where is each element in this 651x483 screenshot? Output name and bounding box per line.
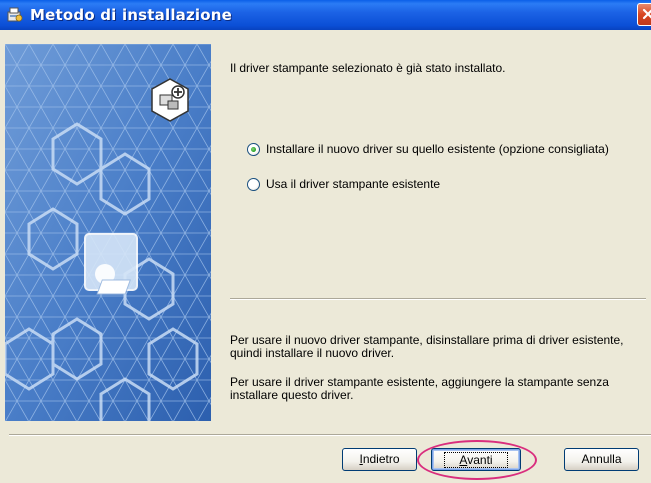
bottom-separator xyxy=(9,434,651,436)
focus-rect: Avanti xyxy=(444,452,508,468)
window-title: Metodo di installazione xyxy=(30,6,233,24)
info-line: quindi installare il nuovo driver. xyxy=(230,346,395,360)
status-message: Il driver stampante selezionato è già st… xyxy=(230,61,506,75)
radio-label[interactable]: Installare il nuovo driver su quello esi… xyxy=(266,142,609,156)
separator xyxy=(230,298,646,300)
radio-button-unchecked[interactable] xyxy=(247,177,260,191)
title-bar[interactable]: Metodo di installazione xyxy=(0,0,651,30)
button-label: Annulla xyxy=(581,452,622,466)
back-button[interactable]: Indietro xyxy=(342,448,417,471)
side-illustration xyxy=(5,44,211,421)
button-label: ndietro xyxy=(362,452,400,466)
close-button[interactable] xyxy=(637,3,651,26)
cancel-button[interactable]: Annulla xyxy=(564,448,639,471)
info-new-driver: Per usare il nuovo driver stampante, dis… xyxy=(230,334,646,360)
close-icon xyxy=(642,8,651,20)
installer-app-icon xyxy=(6,6,24,24)
info-line: installare questo driver. xyxy=(230,388,354,402)
radio-use-existing-driver[interactable]: Usa il driver stampante esistente xyxy=(247,176,440,192)
content-panel: Il driver stampante selezionato è già st… xyxy=(218,30,651,424)
radio-install-new-driver[interactable]: Installare il nuovo driver su quello esi… xyxy=(247,141,609,157)
radio-label[interactable]: Usa il driver stampante esistente xyxy=(266,177,440,191)
radio-button-checked[interactable] xyxy=(247,142,260,156)
button-label: vanti xyxy=(467,453,493,467)
next-button[interactable]: Avanti xyxy=(431,448,521,471)
info-existing-driver: Per usare il driver stampante esistente,… xyxy=(230,376,646,402)
